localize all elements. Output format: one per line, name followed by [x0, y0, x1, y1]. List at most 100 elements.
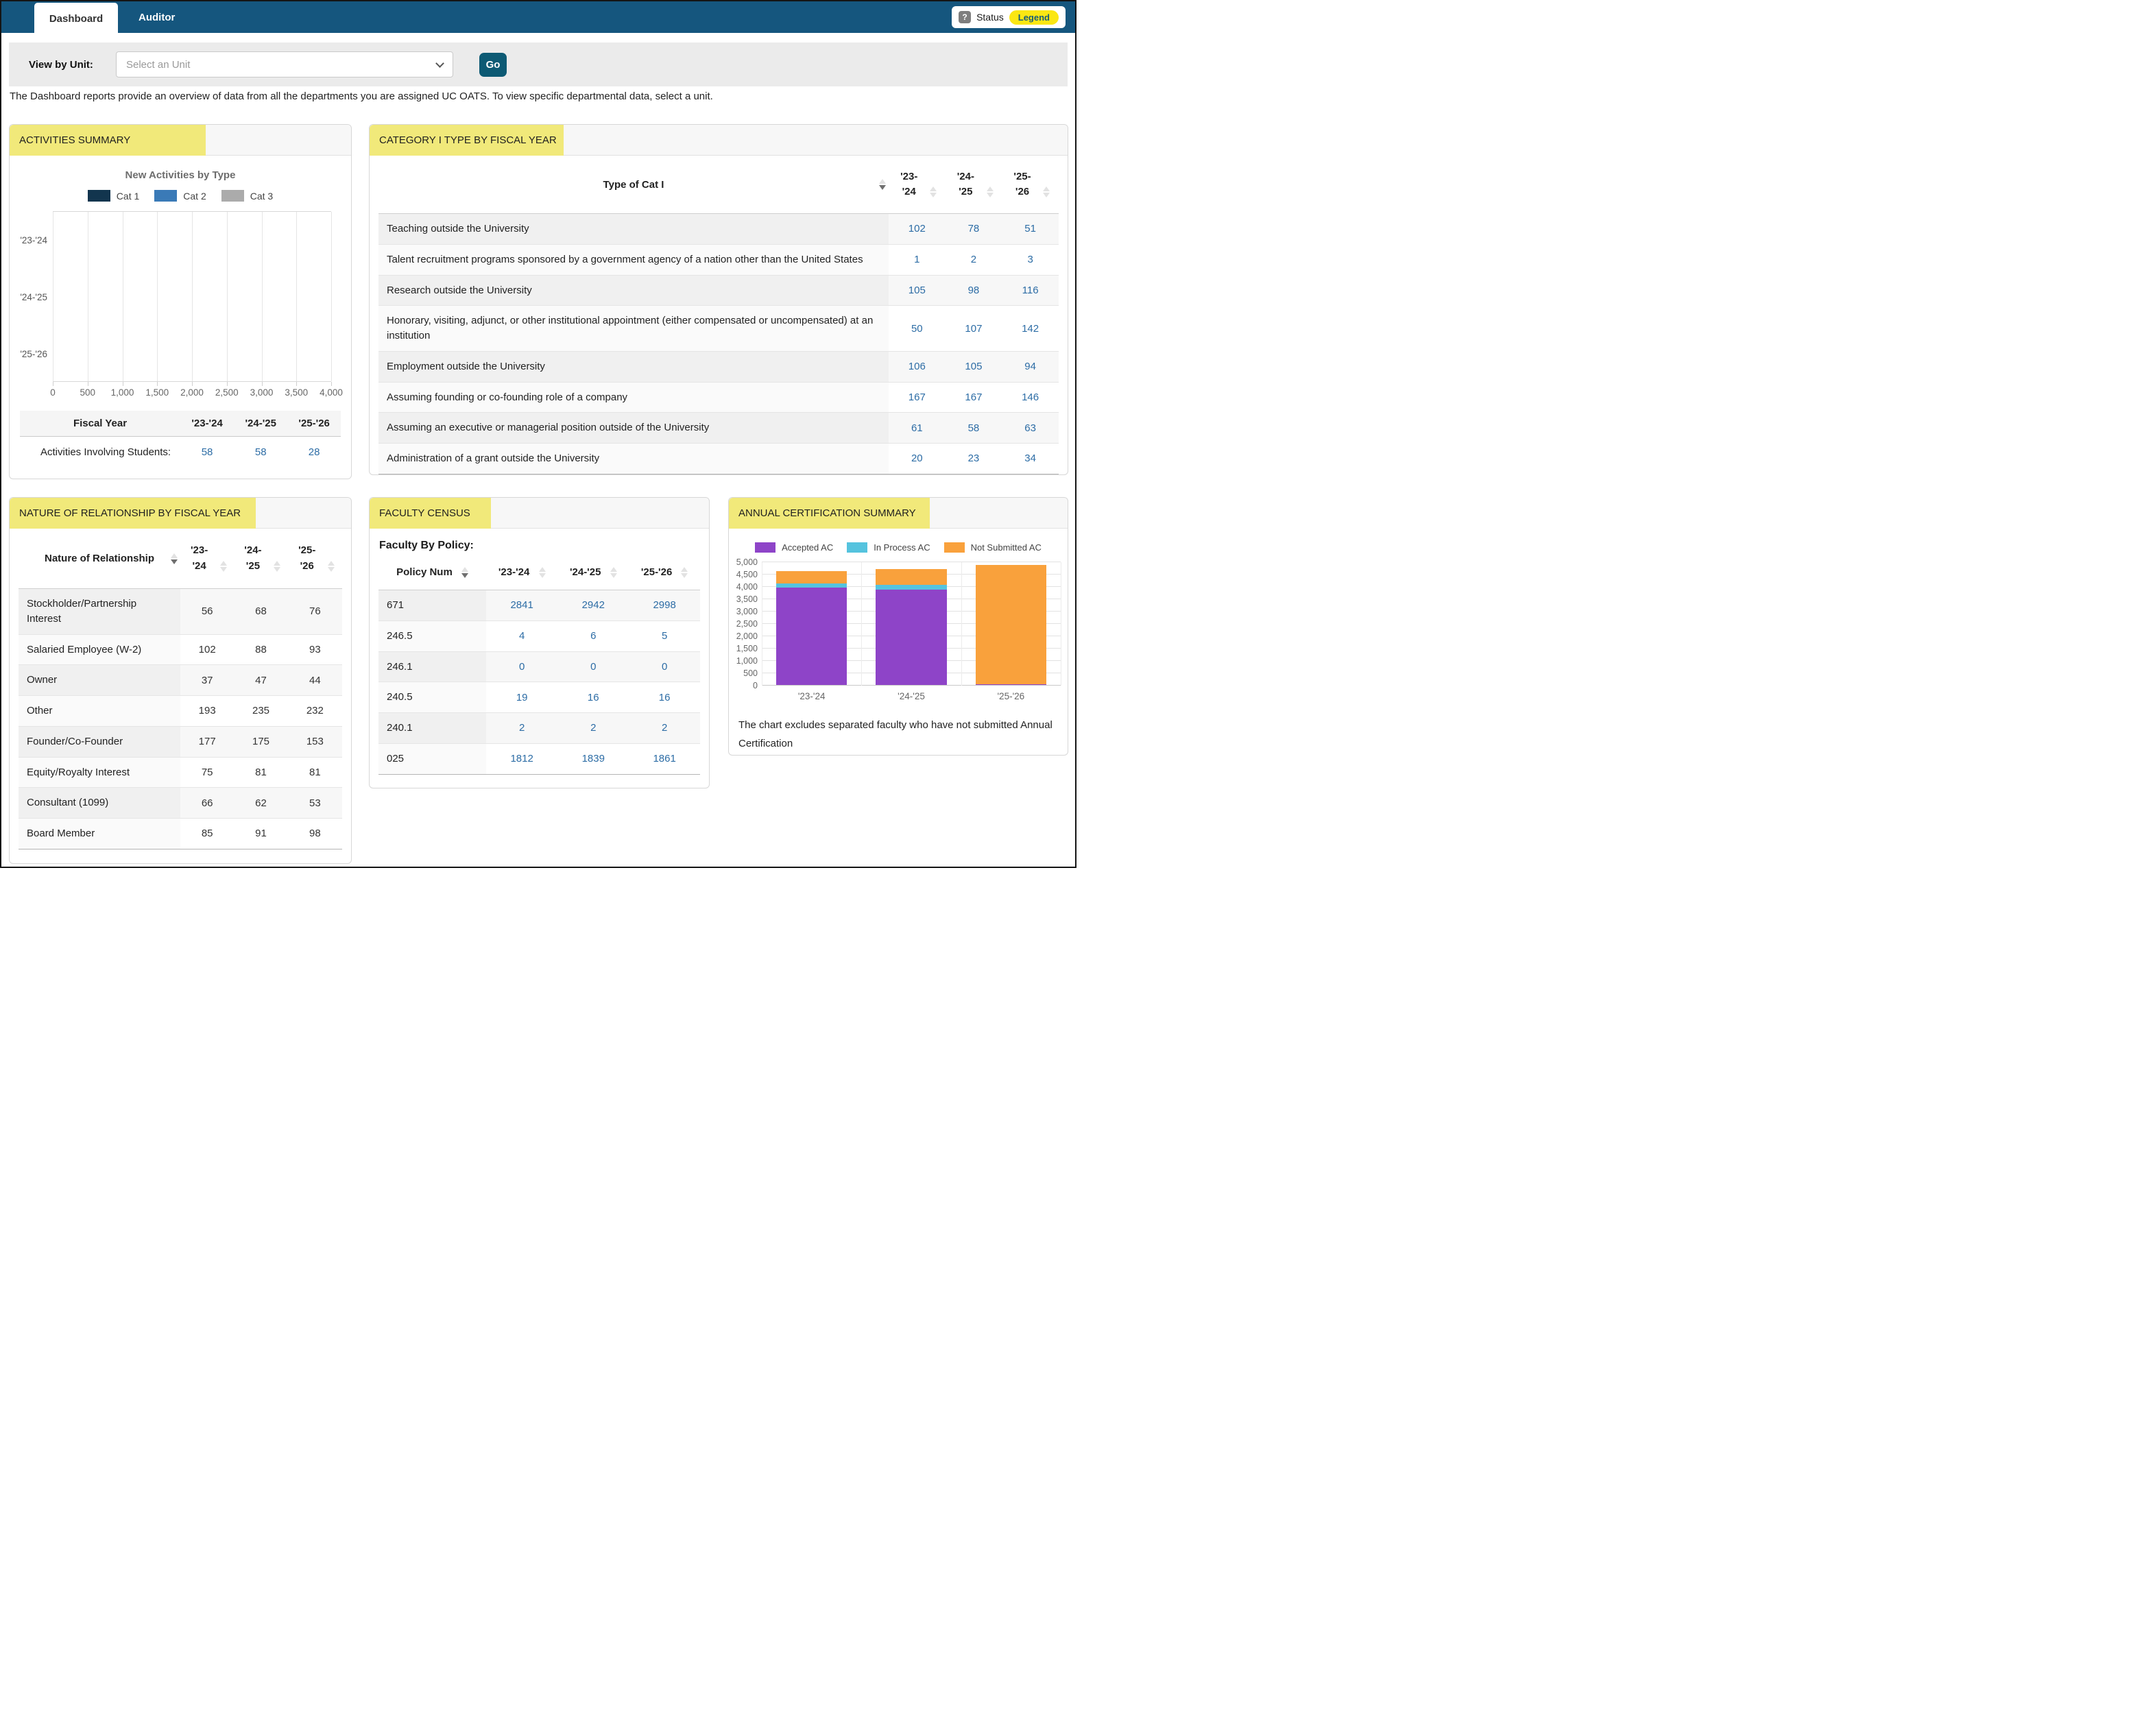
table-row: Owner374744	[19, 665, 342, 696]
row-value[interactable]: 6	[590, 630, 596, 642]
sort-icon[interactable]	[681, 567, 688, 578]
row-value[interactable]: 58	[968, 422, 980, 434]
go-button[interactable]: Go	[479, 53, 507, 77]
row-value[interactable]: 2998	[653, 599, 675, 611]
row-value[interactable]: 107	[965, 323, 982, 335]
sort-icon[interactable]	[171, 553, 178, 564]
column-header-year-23-24[interactable]: '23-'24	[180, 543, 234, 574]
row-value[interactable]: 16	[659, 692, 671, 703]
row-value[interactable]: 105	[909, 285, 926, 296]
legend-item: Cat 1	[88, 190, 139, 202]
sort-icon[interactable]	[1043, 186, 1050, 197]
bar-row: '25-'26	[53, 326, 331, 383]
row-value[interactable]: 23	[968, 453, 980, 464]
faculty-by-policy-label: Faculty By Policy:	[379, 540, 709, 552]
row-value[interactable]: 58	[180, 446, 234, 458]
row-value[interactable]: 102	[909, 223, 926, 234]
tick-label: 500	[743, 668, 758, 678]
sort-icon[interactable]	[987, 186, 994, 197]
row-value[interactable]: 4	[519, 630, 525, 642]
row-value[interactable]: 0	[662, 661, 667, 673]
stacked-column	[976, 565, 1046, 685]
row-value[interactable]: 28	[287, 446, 341, 458]
column-header-nature-of-relationship[interactable]: Nature of Relationship	[19, 553, 180, 564]
row-value[interactable]: 51	[1024, 223, 1036, 234]
nature-table: Nature of Relationship '23-'24 '24-'25 '…	[19, 529, 342, 849]
bar-row: '23-'24	[53, 212, 331, 269]
column-header-year: '25-'26	[287, 418, 341, 429]
sort-icon[interactable]	[930, 186, 937, 197]
row-value[interactable]: 63	[1024, 422, 1036, 434]
column-header-policy-num[interactable]: Policy Num	[378, 566, 486, 578]
row-value-cell: 2942	[557, 590, 629, 620]
row-value[interactable]: 1839	[582, 753, 605, 764]
row-value[interactable]: 98	[968, 285, 980, 296]
unit-select[interactable]: Select an Unit	[116, 51, 453, 77]
row-value[interactable]: 105	[965, 361, 982, 372]
column-header-type-of-cat-i[interactable]: Type of Cat I	[378, 179, 889, 191]
column-header-year-25-26[interactable]: '25-'26	[288, 543, 342, 574]
row-value-cell: 58	[946, 413, 1002, 443]
row-value[interactable]: 20	[911, 453, 923, 464]
panel-header: FACULTY CENSUS	[370, 498, 709, 529]
row-value[interactable]: 116	[1022, 285, 1039, 296]
column-header-year-24-25[interactable]: '24-'25	[234, 543, 287, 574]
status-legend-button[interactable]: ? Status Legend	[952, 6, 1066, 28]
sort-icon[interactable]	[539, 567, 546, 578]
sort-icon[interactable]	[328, 561, 335, 572]
row-value[interactable]: 2	[590, 722, 596, 734]
row-value[interactable]: 142	[1022, 323, 1039, 335]
row-value[interactable]: 50	[911, 323, 923, 335]
row-value-cell: 50	[889, 306, 946, 351]
column-header-year-23-24[interactable]: '23-'24	[889, 169, 946, 200]
row-value[interactable]: 2	[519, 722, 525, 734]
row-label: 246.5	[378, 621, 486, 651]
legend-badge[interactable]: Legend	[1009, 10, 1059, 25]
row-value[interactable]: 61	[911, 422, 923, 434]
row-value[interactable]: 106	[909, 361, 926, 372]
column-header-label: '24-'25	[570, 566, 601, 578]
sort-icon[interactable]	[461, 567, 468, 578]
row-value[interactable]: 146	[1022, 391, 1039, 403]
sort-icon[interactable]	[274, 561, 280, 572]
category-table-header: Type of Cat I '23-'24 '24-'25 '25-'26	[378, 156, 1059, 214]
tab-dashboard[interactable]: Dashboard	[34, 3, 118, 34]
row-value[interactable]: 19	[516, 692, 528, 703]
chevron-down-icon	[435, 59, 444, 68]
row-value[interactable]: 78	[968, 223, 980, 234]
row-value[interactable]: 167	[909, 391, 926, 403]
y-axis-labels: 05001,0001,5002,0002,5003,0003,5004,0004…	[729, 562, 758, 686]
table-row: Assuming an executive or managerial posi…	[378, 413, 1059, 444]
column-header-year-24-25[interactable]: '24-'25	[946, 169, 1002, 200]
row-value[interactable]: 16	[588, 692, 599, 703]
sort-icon[interactable]	[220, 561, 227, 572]
column-header-year-25-26[interactable]: '25-'26	[629, 566, 700, 578]
column-header-year-24-25[interactable]: '24-'25	[557, 566, 629, 578]
tick-label: 0	[50, 387, 56, 398]
row-value[interactable]: 94	[1024, 361, 1036, 372]
row-value[interactable]: 1812	[510, 753, 533, 764]
row-value[interactable]: 0	[519, 661, 525, 673]
column-header-year-25-26[interactable]: '25-'26	[1002, 169, 1059, 200]
column-header-year-23-24[interactable]: '23-'24	[486, 566, 557, 578]
row-value[interactable]: 3	[1027, 254, 1033, 265]
row-value: 56	[202, 605, 213, 617]
row-value[interactable]: 0	[590, 661, 596, 673]
row-value[interactable]: 1	[914, 254, 919, 265]
row-value[interactable]: 2	[662, 722, 667, 734]
view-by-unit-label: View by Unit:	[29, 43, 93, 86]
sort-icon[interactable]	[879, 179, 886, 190]
row-value[interactable]: 5	[662, 630, 667, 642]
row-value[interactable]: 167	[965, 391, 982, 403]
row-value[interactable]: 34	[1024, 453, 1036, 464]
row-value[interactable]: 1861	[653, 753, 675, 764]
row-value[interactable]: 2	[971, 254, 976, 265]
sort-icon[interactable]	[610, 567, 617, 578]
row-value[interactable]: 2841	[510, 599, 533, 611]
row-value[interactable]: 2942	[582, 599, 605, 611]
row-value-cell: 1839	[557, 744, 629, 774]
row-value[interactable]: 58	[234, 446, 287, 458]
tab-auditor[interactable]: Auditor	[119, 1, 194, 33]
row-value-cell: 102	[889, 214, 946, 244]
column-header-label: '24-'25	[241, 543, 265, 574]
